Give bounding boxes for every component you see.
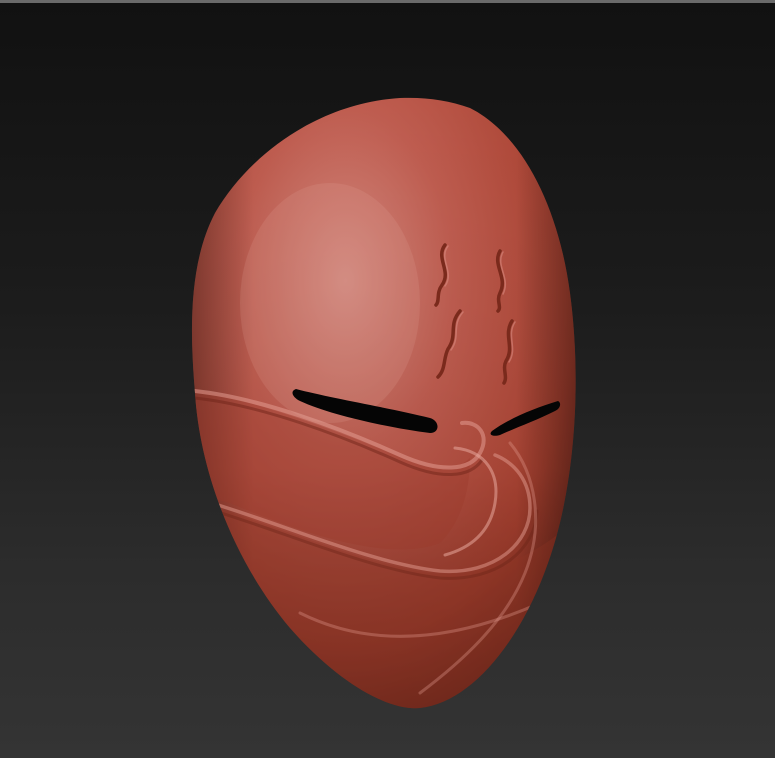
3d-viewport[interactable] bbox=[0, 0, 775, 758]
mask-render[interactable] bbox=[0, 3, 775, 758]
forehead-highlight bbox=[240, 183, 420, 423]
